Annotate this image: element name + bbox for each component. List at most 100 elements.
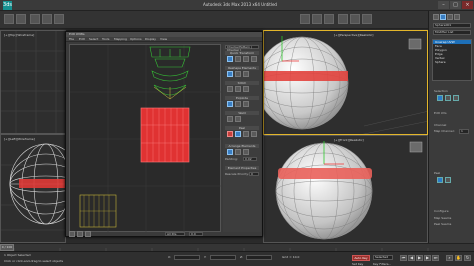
rollout-edit-uvs[interactable]: Edit UVs <box>434 111 447 115</box>
padding-input[interactable]: 0.02 <box>243 157 257 161</box>
relax-settings-icon[interactable] <box>243 71 249 77</box>
edge-mode-icon[interactable] <box>445 95 451 101</box>
select-icon[interactable] <box>42 14 52 24</box>
flatten-icon[interactable] <box>227 101 233 107</box>
menu-mapping[interactable]: Mapping <box>114 37 127 42</box>
viewport-bottom-right[interactable]: [+][Front][Realistic] <box>263 135 428 243</box>
peel-icon[interactable] <box>437 177 443 183</box>
align-horizontal-icon[interactable] <box>227 56 233 62</box>
pin-icon[interactable] <box>251 131 257 137</box>
align-vertical-icon[interactable] <box>235 56 241 62</box>
map-selector[interactable]: CheckerPattern ( Checker ) <box>225 45 259 52</box>
section-element-properties[interactable]: Element Properties <box>225 166 259 170</box>
x-coord-field[interactable] <box>174 255 200 260</box>
menu-display[interactable]: Display <box>145 37 156 42</box>
y-coord-field[interactable] <box>210 255 236 260</box>
set-key-button[interactable]: Set Key <box>352 262 363 266</box>
map-channel-input[interactable]: 1 <box>459 129 469 134</box>
auto-key-button[interactable]: Auto Key <box>352 255 370 261</box>
modifier-stack[interactable]: Unwrap UVW Face Polygon Edge Vertex Sphe… <box>432 39 472 81</box>
app-logo-icon[interactable]: 3ds <box>3 1 12 10</box>
viewport-top-left[interactable]: [+][Top][Wireframe] <box>0 30 66 134</box>
straighten-icon[interactable] <box>227 71 233 77</box>
create-tab-icon[interactable] <box>433 14 439 20</box>
section-peel[interactable]: Peel <box>225 126 259 130</box>
modifier-list-dropdown[interactable]: Modifier List <box>433 30 471 35</box>
render-setup-icon[interactable] <box>350 14 360 24</box>
stack-item-sphere[interactable]: Sphere <box>433 60 471 64</box>
u-coord-input[interactable]: 0.0 <box>189 232 203 236</box>
edit-uvws-window[interactable]: Edit UVWs File Edit Select Tools Mapping… <box>65 31 263 237</box>
element-mode-icon[interactable] <box>85 231 91 237</box>
section-explode[interactable]: Explode <box>225 96 259 100</box>
snap-icon[interactable] <box>300 14 310 24</box>
redo-icon[interactable] <box>16 14 26 24</box>
display-checker-icon[interactable] <box>69 231 75 237</box>
link-icon[interactable] <box>30 14 40 24</box>
object-name-field[interactable]: Sphere001 <box>433 23 471 28</box>
material-editor-icon[interactable] <box>338 14 348 24</box>
render-icon[interactable] <box>362 14 372 24</box>
pan-icon[interactable]: ✋ <box>455 255 462 261</box>
reset-peel-icon[interactable] <box>243 131 249 137</box>
section-stitch[interactable]: Stitch <box>225 81 259 85</box>
section-arrange[interactable]: Arrange Elements <box>225 144 259 148</box>
pack-custom-icon[interactable] <box>227 149 233 155</box>
move-icon[interactable] <box>54 14 64 24</box>
zoom-icon[interactable]: ⌕ <box>446 255 453 261</box>
undo-icon[interactable] <box>4 14 14 24</box>
rollout-channel[interactable]: Channel <box>434 123 446 127</box>
rotate-icon[interactable] <box>243 56 249 62</box>
pack-normalize-icon[interactable] <box>235 149 241 155</box>
menu-options[interactable]: Options <box>130 37 142 42</box>
menu-view[interactable]: View <box>160 37 167 42</box>
go-to-start-icon[interactable]: ⏮ <box>400 255 407 261</box>
viewcube-icon[interactable] <box>409 141 423 153</box>
maximize-icon[interactable]: □ <box>450 1 461 9</box>
seam-icon[interactable] <box>445 177 451 183</box>
menu-select[interactable]: Select <box>89 37 98 42</box>
viewport-bottom-left[interactable]: [+][Left][Wireframe] <box>0 134 66 243</box>
align-icon[interactable] <box>324 14 334 24</box>
z-coord-field[interactable] <box>246 255 272 260</box>
viewcube-icon[interactable] <box>408 38 422 50</box>
stitch-target-icon[interactable] <box>235 86 241 92</box>
weld-selected-icon[interactable] <box>227 116 233 122</box>
id-filter-dropdown[interactable]: All IDs <box>165 232 185 236</box>
close-icon[interactable]: × <box>462 1 473 9</box>
previous-frame-icon[interactable]: ◀ <box>408 255 415 261</box>
minimize-icon[interactable]: – <box>438 1 449 9</box>
play-icon[interactable]: ▶ <box>416 255 423 261</box>
section-weld[interactable]: Weld <box>225 111 259 115</box>
stitch-source-icon[interactable] <box>227 86 233 92</box>
map-seams-checkbox[interactable]: Map Seams <box>434 216 451 220</box>
go-to-end-icon[interactable]: ⏭ <box>432 255 439 261</box>
menu-file[interactable]: File <box>69 37 74 42</box>
pack-together-icon[interactable] <box>243 149 249 155</box>
menu-tools[interactable]: Tools <box>102 37 109 42</box>
rollout-configure[interactable]: Configure <box>434 209 449 213</box>
viewport-top-right[interactable]: [+][Perspective][Realistic] <box>263 30 428 135</box>
timeline[interactable]: 0 / 100 <box>0 243 474 251</box>
mirror-icon[interactable] <box>312 14 322 24</box>
explode-settings-icon[interactable] <box>243 101 249 107</box>
polygon-mode-icon[interactable] <box>453 95 459 101</box>
time-slider[interactable]: 0 / 100 <box>0 244 14 251</box>
modify-tab-icon[interactable] <box>440 14 446 20</box>
flip-icon[interactable] <box>251 56 257 62</box>
uv-canvas[interactable] <box>69 44 222 233</box>
motion-tab-icon[interactable] <box>454 14 460 20</box>
key-mode-dropdown[interactable]: Selected <box>373 255 393 260</box>
soft-select-icon[interactable] <box>77 231 83 237</box>
hierarchy-tab-icon[interactable] <box>447 14 453 20</box>
quick-peel-icon[interactable] <box>227 131 233 137</box>
next-frame-icon[interactable]: ▶ <box>424 255 431 261</box>
vertex-mode-icon[interactable] <box>437 95 443 101</box>
relax-icon[interactable] <box>235 71 241 77</box>
rollout-selection[interactable]: Selection <box>434 89 448 93</box>
menu-edit[interactable]: Edit <box>79 37 85 42</box>
weld-target-icon[interactable] <box>235 116 241 122</box>
orbit-icon[interactable]: ↻ <box>464 255 471 261</box>
rescale-priority-input[interactable]: 0 <box>249 172 259 176</box>
peel-seams-checkbox[interactable]: Peel Seams <box>434 222 451 226</box>
